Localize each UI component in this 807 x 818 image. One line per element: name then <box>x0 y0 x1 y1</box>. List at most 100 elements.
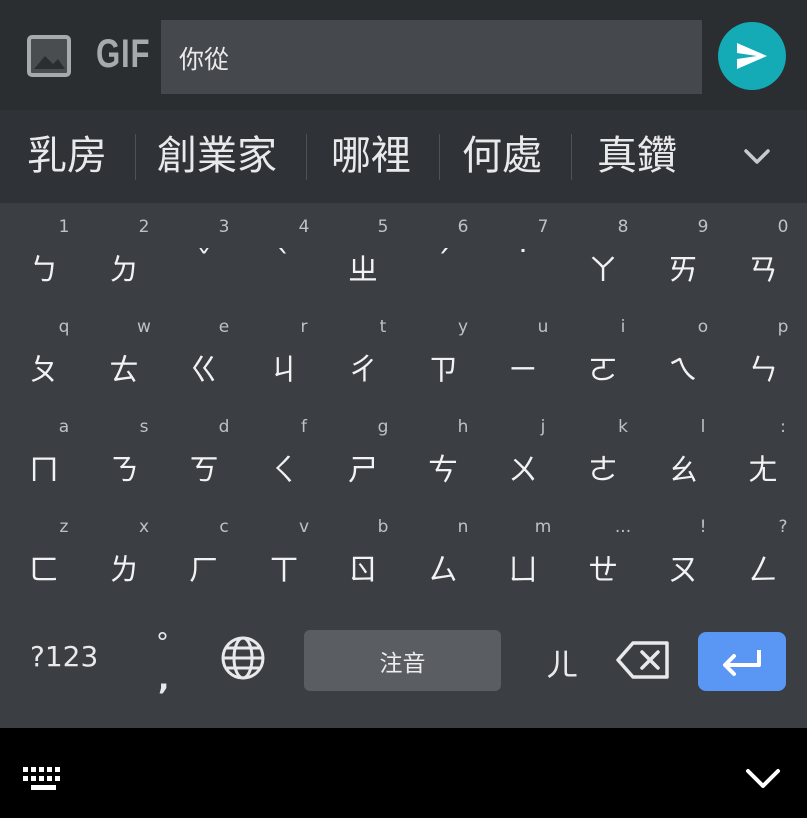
chevron-down-icon[interactable] <box>741 140 773 172</box>
key-hint: j <box>540 417 546 437</box>
key-glyph: ㄩ <box>508 553 538 588</box>
key-3-2[interactable]: sㄋ <box>84 403 164 503</box>
key-4-8[interactable]: ... ㄝ <box>563 503 643 603</box>
image-icon[interactable] <box>26 34 72 78</box>
key-3-5[interactable]: gㄕ <box>323 403 403 503</box>
key-1-1[interactable]: 1ㄅ <box>4 203 84 303</box>
key-4-6[interactable]: nㄙ <box>403 503 483 603</box>
key-1-5[interactable]: 5ㄓ <box>323 203 403 303</box>
key-4-9[interactable]: ! ㄡ <box>643 503 723 603</box>
punct-key-comma[interactable]: , <box>158 662 169 697</box>
globe-icon[interactable] <box>220 635 266 681</box>
enter-key[interactable] <box>698 632 786 691</box>
key-2-6[interactable]: yㄗ <box>403 303 483 403</box>
key-glyph: ㄊ <box>109 353 139 388</box>
key-4-10[interactable]: ? ㄥ <box>723 503 803 603</box>
system-nav-bar <box>0 728 807 818</box>
key-hint: k <box>618 417 628 437</box>
key-2-1[interactable]: qㄆ <box>4 303 84 403</box>
key-hint: w <box>137 317 151 337</box>
chevron-down-icon[interactable] <box>744 766 782 792</box>
key-4-2[interactable]: xㄌ <box>84 503 164 603</box>
key-4-1[interactable]: zㄈ <box>4 503 84 603</box>
gif-button[interactable]: GIF <box>96 32 150 77</box>
key-hint: o <box>697 317 709 337</box>
key-glyph: ˊ <box>435 245 451 280</box>
space-key[interactable]: 注音 <box>304 630 501 691</box>
er-key[interactable]: ㄦ <box>546 640 578 686</box>
key-hint: 3 <box>218 217 230 237</box>
key-hint: c <box>219 517 229 537</box>
suggestion-item[interactable]: 創業家 <box>157 110 277 203</box>
suggestion-strip: 乳房 創業家 哪裡 何處 真鑽 <box>0 110 807 203</box>
key-4-3[interactable]: cㄏ <box>164 503 244 603</box>
suggestion-item[interactable]: 乳房 <box>27 110 107 203</box>
key-2-3[interactable]: eㄍ <box>164 303 244 403</box>
symbols-key[interactable]: ?123 <box>30 640 98 673</box>
key-4-4[interactable]: vㄒ <box>244 503 324 603</box>
key-1-4[interactable]: 4ˋ <box>244 203 324 303</box>
key-hint: f <box>301 417 307 437</box>
key-hint: b <box>377 517 389 537</box>
key-glyph: ㄘ <box>428 453 458 488</box>
punct-key-degree[interactable]: ° <box>156 628 169 658</box>
key-glyph: ㄒ <box>269 553 299 588</box>
key-glyph: ㄏ <box>189 553 219 588</box>
key-1-3[interactable]: 3ˇ <box>164 203 244 303</box>
key-3-10[interactable]: :ㄤ <box>723 403 803 503</box>
key-3-6[interactable]: hㄘ <box>403 403 483 503</box>
key-glyph: ㄢ <box>748 253 778 288</box>
send-button[interactable] <box>718 22 786 90</box>
suggestion-item[interactable]: 何處 <box>462 110 542 203</box>
suggestion-item[interactable]: 哪裡 <box>331 110 411 203</box>
key-4-5[interactable]: bㄖ <box>323 503 403 603</box>
backspace-icon[interactable] <box>615 640 671 680</box>
key-glyph: ㄨ <box>508 453 538 488</box>
key-hint: s <box>139 417 149 437</box>
key-2-7[interactable]: uㄧ <box>483 303 563 403</box>
key-hint: 8 <box>617 217 629 237</box>
message-input[interactable]: 你從 <box>161 20 702 94</box>
key-2-5[interactable]: tㄔ <box>323 303 403 403</box>
key-glyph: ㄞ <box>668 253 698 288</box>
key-glyph: ㄜ <box>588 453 618 488</box>
key-2-9[interactable]: oㄟ <box>643 303 723 403</box>
key-3-1[interactable]: aㄇ <box>4 403 84 503</box>
key-3-4[interactable]: fㄑ <box>244 403 324 503</box>
key-hint: e <box>218 317 230 337</box>
key-2-2[interactable]: wㄊ <box>84 303 164 403</box>
key-glyph: ㄛ <box>588 353 618 388</box>
key-4-7[interactable]: mㄩ <box>483 503 563 603</box>
key-2-4[interactable]: rㄐ <box>244 303 324 403</box>
key-hint: i <box>620 317 626 337</box>
key-3-3[interactable]: dㄎ <box>164 403 244 503</box>
key-hint: a <box>58 417 70 437</box>
key-glyph: ㄥ <box>748 553 778 588</box>
key-1-2[interactable]: 2ㄉ <box>84 203 164 303</box>
keyboard-icon[interactable] <box>22 766 66 792</box>
key-1-6[interactable]: 6ˊ <box>403 203 483 303</box>
key-hint: x <box>138 517 150 537</box>
key-hint: m <box>534 517 552 537</box>
key-glyph: ㄤ <box>748 453 778 488</box>
key-1-7[interactable]: 7 ˙ <box>483 203 563 303</box>
key-1-8[interactable]: 8ㄚ <box>563 203 643 303</box>
key-3-8[interactable]: kㄜ <box>563 403 643 503</box>
key-hint: q <box>58 317 70 337</box>
key-hint: 6 <box>457 217 469 237</box>
key-glyph: ˇ <box>196 245 212 280</box>
key-glyph: ㄉ <box>109 253 139 288</box>
suggestion-item[interactable]: 真鑽 <box>597 110 677 203</box>
key-1-9[interactable]: 9ㄞ <box>643 203 723 303</box>
key-hint: 7 <box>537 217 549 237</box>
key-2-8[interactable]: iㄛ <box>563 303 643 403</box>
key-2-10[interactable]: pㄣ <box>723 303 803 403</box>
key-hint: z <box>59 517 69 537</box>
key-3-9[interactable]: lㄠ <box>643 403 723 503</box>
key-glyph: ㄔ <box>348 353 378 388</box>
key-glyph: ㄅ <box>29 253 59 288</box>
key-1-10[interactable]: 0ㄢ <box>723 203 803 303</box>
key-hint: ? <box>778 517 788 537</box>
key-glyph: ㄚ <box>588 253 618 288</box>
key-3-7[interactable]: jㄨ <box>483 403 563 503</box>
